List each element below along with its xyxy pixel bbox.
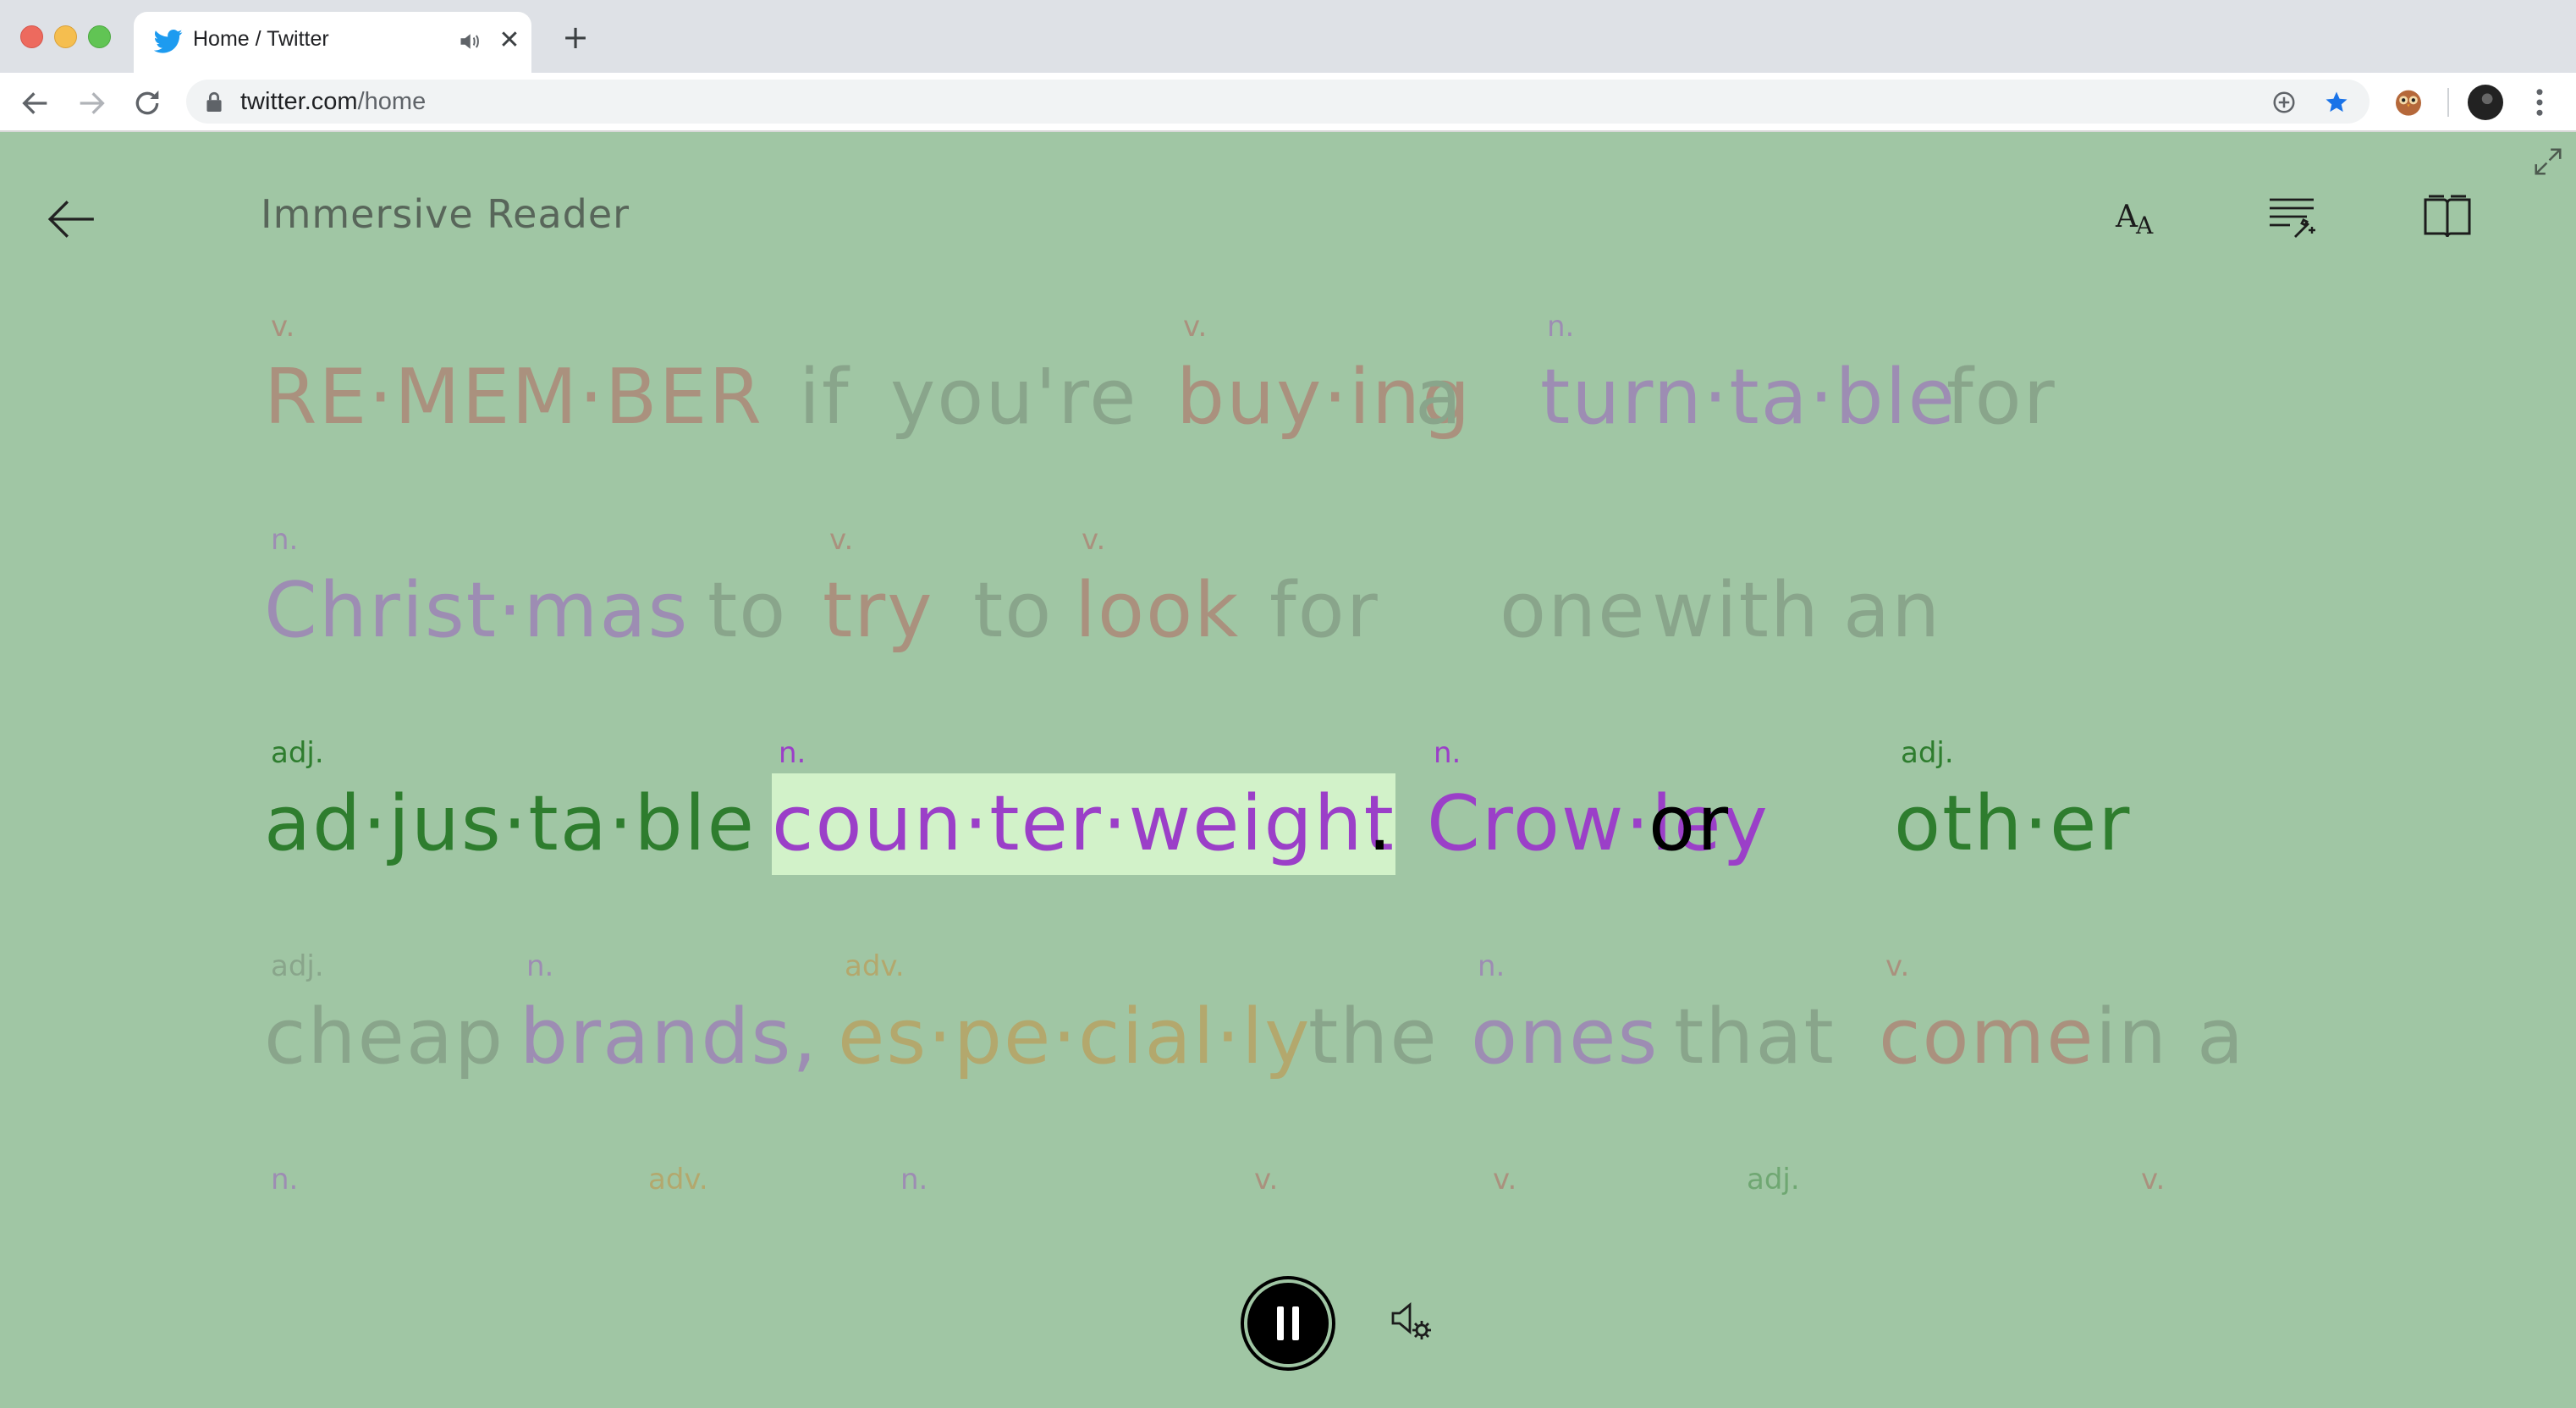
twitter-bird-icon (154, 29, 183, 53)
word-text: turn·ta·ble (1540, 353, 1957, 442)
book-icon[interactable] (2420, 190, 2474, 244)
part-of-speech-label: v. (1082, 523, 1106, 557)
word-text: cheap (264, 993, 505, 1081)
word-text: oth·er (1894, 779, 2132, 868)
word-text: one (1500, 566, 1647, 655)
part-of-speech-label: adj. (271, 949, 324, 983)
highlighted-word: coun·ter·weight (772, 773, 1395, 875)
immersive-reader: Immersive Reader A A v. RE·MEM·BER if you'r… (0, 132, 2576, 1408)
expand-icon[interactable] (2532, 146, 2564, 178)
word-text: . (1368, 779, 1394, 868)
part-of-speech-label: adj. (271, 736, 324, 770)
part-of-speech-label: n. (1434, 736, 1461, 770)
part-of-speech-label: n. (1478, 949, 1505, 983)
word-text: try (823, 566, 934, 655)
svg-text:A: A (2135, 212, 2154, 239)
bookmark-star-icon[interactable] (2324, 90, 2349, 115)
pause-icon (1292, 1306, 1299, 1340)
part-of-speech-label: n. (526, 949, 554, 983)
speaker-icon[interactable] (459, 30, 484, 52)
word-text: look (1075, 566, 1241, 655)
word-text: Christ·mas (264, 566, 690, 655)
url-text[interactable]: twitter.com/home (240, 88, 426, 116)
word-text: an (1843, 566, 1942, 655)
reader-line: n. Christ·mas to v. try to v. look for one with an (264, 523, 2549, 692)
reload-icon[interactable] (130, 86, 164, 120)
pause-icon (1277, 1306, 1284, 1340)
new-tab-button[interactable]: + (559, 20, 592, 54)
part-of-speech-label: adj. (1747, 1163, 1800, 1196)
reader-line: adj. ad·jus·ta·ble n. coun·ter·weight. n. Cro… (264, 736, 2549, 905)
install-app-icon[interactable] (2271, 90, 2297, 115)
reader-line: adj. cheap n. brands, adv. es·pe·cial·ly the n.… (264, 949, 2549, 1119)
owl-extension-icon[interactable] (2392, 85, 2425, 118)
text-size-icon[interactable]: A A (2112, 190, 2166, 244)
arrow-left-icon[interactable] (46, 193, 98, 245)
tab-close-icon[interactable]: ✕ (494, 24, 525, 58)
voice-settings-icon[interactable] (1388, 1296, 1435, 1344)
word-text: that (1674, 993, 1836, 1081)
reader-line: v. RE·MEM·BER if you're v. buy·ing a n. turn·ta·… (264, 310, 2549, 479)
word-text: RE·MEM·BER (264, 353, 763, 442)
address-bar[interactable]: twitter.com/home (186, 80, 2370, 124)
part-of-speech-label: v. (1493, 1163, 1517, 1196)
word-text: with (1652, 566, 1820, 655)
word-text: in (2095, 993, 2169, 1081)
word-text: ones (1471, 993, 1660, 1081)
part-of-speech-label: v. (829, 523, 854, 557)
browser-toolbar: twitter.com/home (0, 73, 2576, 132)
part-of-speech-label: v. (1183, 310, 1208, 344)
lock-icon (206, 91, 222, 112)
word-text: brands, (520, 993, 818, 1081)
word-text: ad·jus·ta·ble (264, 779, 756, 868)
forward-nav-icon[interactable] (74, 86, 108, 120)
part-of-speech-label: adv. (648, 1163, 708, 1196)
part-of-speech-label: v. (1885, 949, 1910, 983)
word-text: a (2197, 993, 2246, 1081)
reader-title: Immersive Reader (261, 191, 630, 237)
minimize-window-button[interactable] (54, 25, 77, 48)
word-text: you're (890, 353, 1138, 442)
tab-title: Home / Twitter (193, 27, 329, 51)
part-of-speech-label: adv. (845, 949, 905, 983)
part-of-speech-label: n. (1547, 310, 1575, 344)
browser-tab-active[interactable]: Home / Twitter ✕ (134, 12, 531, 73)
part-of-speech-label: v. (271, 310, 295, 344)
close-window-button[interactable] (20, 25, 43, 48)
part-of-speech-label: n. (900, 1163, 928, 1196)
pause-button[interactable] (1247, 1283, 1329, 1364)
toolbar-divider (2447, 88, 2449, 117)
word-text: the (1308, 993, 1439, 1081)
svg-text:A: A (2115, 200, 2138, 234)
browser-tab-strip: Home / Twitter ✕ + (0, 0, 2576, 73)
part-of-speech-label: adj. (1901, 736, 1954, 770)
word-text: es·pe·cial·ly (838, 993, 1312, 1081)
part-of-speech-label: v. (1254, 1163, 1279, 1196)
word-text: or (1649, 779, 1731, 868)
more-menu-icon[interactable] (2527, 85, 2552, 120)
part-of-speech-label: n. (271, 1163, 299, 1196)
back-nav-icon[interactable] (19, 86, 52, 120)
part-of-speech-label: v. (2141, 1163, 2166, 1196)
word-text: if (799, 353, 850, 442)
word-text: to (707, 566, 788, 655)
grammar-options-icon[interactable] (2265, 190, 2319, 244)
word-text: for (1946, 353, 2056, 442)
part-of-speech-label: n. (271, 523, 299, 557)
word-text: to (973, 566, 1054, 655)
part-of-speech-label: n. (779, 736, 806, 770)
maximize-window-button[interactable] (88, 25, 111, 48)
word-text: for (1269, 566, 1379, 655)
profile-avatar[interactable] (2468, 85, 2503, 120)
reader-text: v. RE·MEM·BER if you're v. buy·ing a n. turn·ta·… (264, 310, 2549, 1374)
word-text: come (1879, 993, 2095, 1081)
word-text: a (1415, 353, 1464, 442)
